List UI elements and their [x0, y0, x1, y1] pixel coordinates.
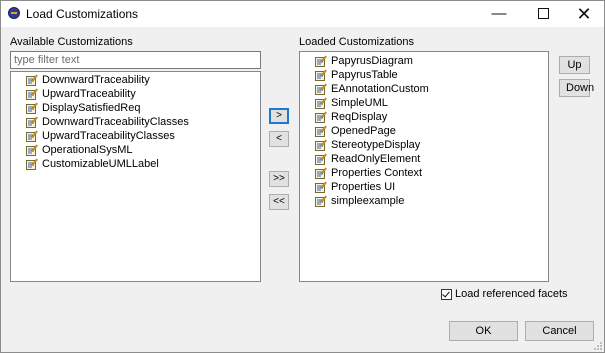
- ok-button[interactable]: OK: [449, 321, 518, 341]
- window-title: Load Customizations: [26, 7, 139, 21]
- list-item-label: StereotypeDisplay: [331, 139, 421, 151]
- add-button[interactable]: >: [269, 108, 289, 124]
- close-button[interactable]: ✕: [564, 1, 604, 27]
- list-item-label: DisplaySatisfiedReq: [42, 102, 141, 114]
- filter-field[interactable]: [10, 51, 261, 69]
- customization-icon: [315, 111, 327, 123]
- available-customization-list-item[interactable]: OperationalSysML: [11, 143, 260, 157]
- eclipse-app-icon: [8, 7, 20, 19]
- remove-button[interactable]: <: [269, 131, 289, 147]
- list-item-label: ReqDisplay: [331, 111, 388, 123]
- loaded-customization-list-item[interactable]: ReqDisplay: [300, 110, 548, 124]
- customization-icon: [26, 102, 38, 114]
- list-item-label: UpwardTraceability: [42, 88, 136, 100]
- filter-input[interactable]: [11, 52, 260, 68]
- list-item-label: SimpleUML: [331, 97, 388, 109]
- available-customization-list-item[interactable]: UpwardTraceability: [11, 87, 260, 101]
- loaded-customization-list-item[interactable]: Properties UI: [300, 180, 548, 194]
- customization-icon: [315, 181, 327, 193]
- maximize-icon: [537, 7, 549, 19]
- remove-all-button[interactable]: <<: [269, 194, 289, 210]
- down-button[interactable]: Down: [559, 79, 594, 97]
- loaded-customization-list-item[interactable]: simpleexample: [300, 194, 548, 208]
- customization-icon: [26, 74, 38, 86]
- customization-icon: [26, 116, 38, 128]
- list-item-label: simpleexample: [331, 195, 405, 207]
- customization-icon: [315, 97, 327, 109]
- customization-icon: [26, 144, 38, 156]
- list-item-label: OperationalSysML: [42, 144, 133, 156]
- list-item-label: DownwardTraceabilityClasses: [42, 116, 189, 128]
- customization-icon: [26, 88, 38, 100]
- cancel-button[interactable]: Cancel: [525, 321, 594, 341]
- title-bar: Load Customizations — ✕: [1, 1, 604, 27]
- minimize-button[interactable]: —: [479, 1, 519, 27]
- add-all-button[interactable]: >>: [269, 171, 289, 187]
- available-customization-list-item[interactable]: UpwardTraceabilityClasses: [11, 129, 260, 143]
- customization-icon: [315, 69, 327, 81]
- loaded-customization-list-item[interactable]: PapyrusTable: [300, 68, 548, 82]
- list-item-label: UpwardTraceabilityClasses: [42, 130, 175, 142]
- loaded-customization-list-item[interactable]: Properties Context: [300, 166, 548, 180]
- list-item-label: PapyrusDiagram: [331, 55, 413, 67]
- customization-icon: [315, 83, 327, 95]
- loaded-customization-list-item[interactable]: StereotypeDisplay: [300, 138, 548, 152]
- loaded-customization-list-item[interactable]: ReadOnlyElement: [300, 152, 548, 166]
- load-referenced-facets-label: Load referenced facets: [455, 288, 568, 300]
- list-item-label: PapyrusTable: [331, 69, 398, 81]
- loaded-customizations-list[interactable]: PapyrusDiagram PapyrusTable EAnnotationCus…: [299, 51, 549, 282]
- customization-icon: [315, 167, 327, 179]
- available-customizations-list[interactable]: DownwardTraceability UpwardTraceability Di…: [10, 71, 261, 282]
- list-item-label: Properties Context: [331, 167, 423, 179]
- available-customizations-label: Available Customizations: [10, 36, 133, 48]
- loaded-customization-list-item[interactable]: SimpleUML: [300, 96, 548, 110]
- customization-icon: [315, 139, 327, 151]
- customization-icon: [315, 55, 327, 67]
- available-customization-list-item[interactable]: DownwardTraceabilityClasses: [11, 115, 260, 129]
- customization-icon: [26, 130, 38, 142]
- up-button[interactable]: Up: [559, 56, 590, 74]
- loaded-customizations-label: Loaded Customizations: [299, 36, 414, 48]
- list-item-label: OpenedPage: [331, 125, 396, 137]
- available-customization-list-item[interactable]: CustomizableUMLLabel: [11, 157, 260, 171]
- customization-icon: [315, 153, 327, 165]
- resize-grip-icon[interactable]: [593, 341, 603, 351]
- maximize-button[interactable]: [523, 1, 563, 27]
- load-customizations-dialog: Load Customizations — ✕ Available Custom…: [0, 0, 605, 353]
- loaded-customization-list-item[interactable]: PapyrusDiagram: [300, 54, 548, 68]
- customization-icon: [315, 125, 327, 137]
- list-item-label: EAnnotationCustom: [331, 83, 429, 95]
- customization-icon: [315, 195, 327, 207]
- available-customization-list-item[interactable]: DisplaySatisfiedReq: [11, 101, 260, 115]
- loaded-customization-list-item[interactable]: EAnnotationCustom: [300, 82, 548, 96]
- available-customization-list-item[interactable]: DownwardTraceability: [11, 73, 260, 87]
- list-item-label: ReadOnlyElement: [331, 153, 421, 165]
- list-item-label: DownwardTraceability: [42, 74, 150, 86]
- list-item-label: Properties UI: [331, 181, 396, 193]
- loaded-customization-list-item[interactable]: OpenedPage: [300, 124, 548, 138]
- load-referenced-facets-checkbox[interactable]: [441, 289, 452, 300]
- list-item-label: CustomizableUMLLabel: [42, 158, 159, 170]
- customization-icon: [26, 158, 38, 170]
